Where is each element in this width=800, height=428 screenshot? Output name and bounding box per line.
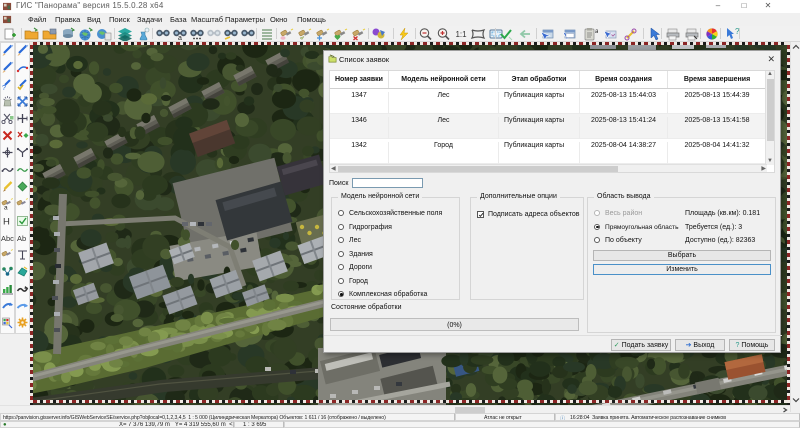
svg-text:Abc: Abc — [1, 234, 14, 243]
svg-text:H: H — [3, 217, 10, 228]
svg-text:a: a — [595, 28, 598, 35]
svg-text:1:1: 1:1 — [455, 30, 467, 39]
svg-text:?: ? — [2, 85, 6, 91]
svg-text:Ab: Ab — [17, 234, 26, 243]
svg-text:a: a — [178, 35, 182, 41]
svg-text:a: a — [4, 205, 8, 211]
